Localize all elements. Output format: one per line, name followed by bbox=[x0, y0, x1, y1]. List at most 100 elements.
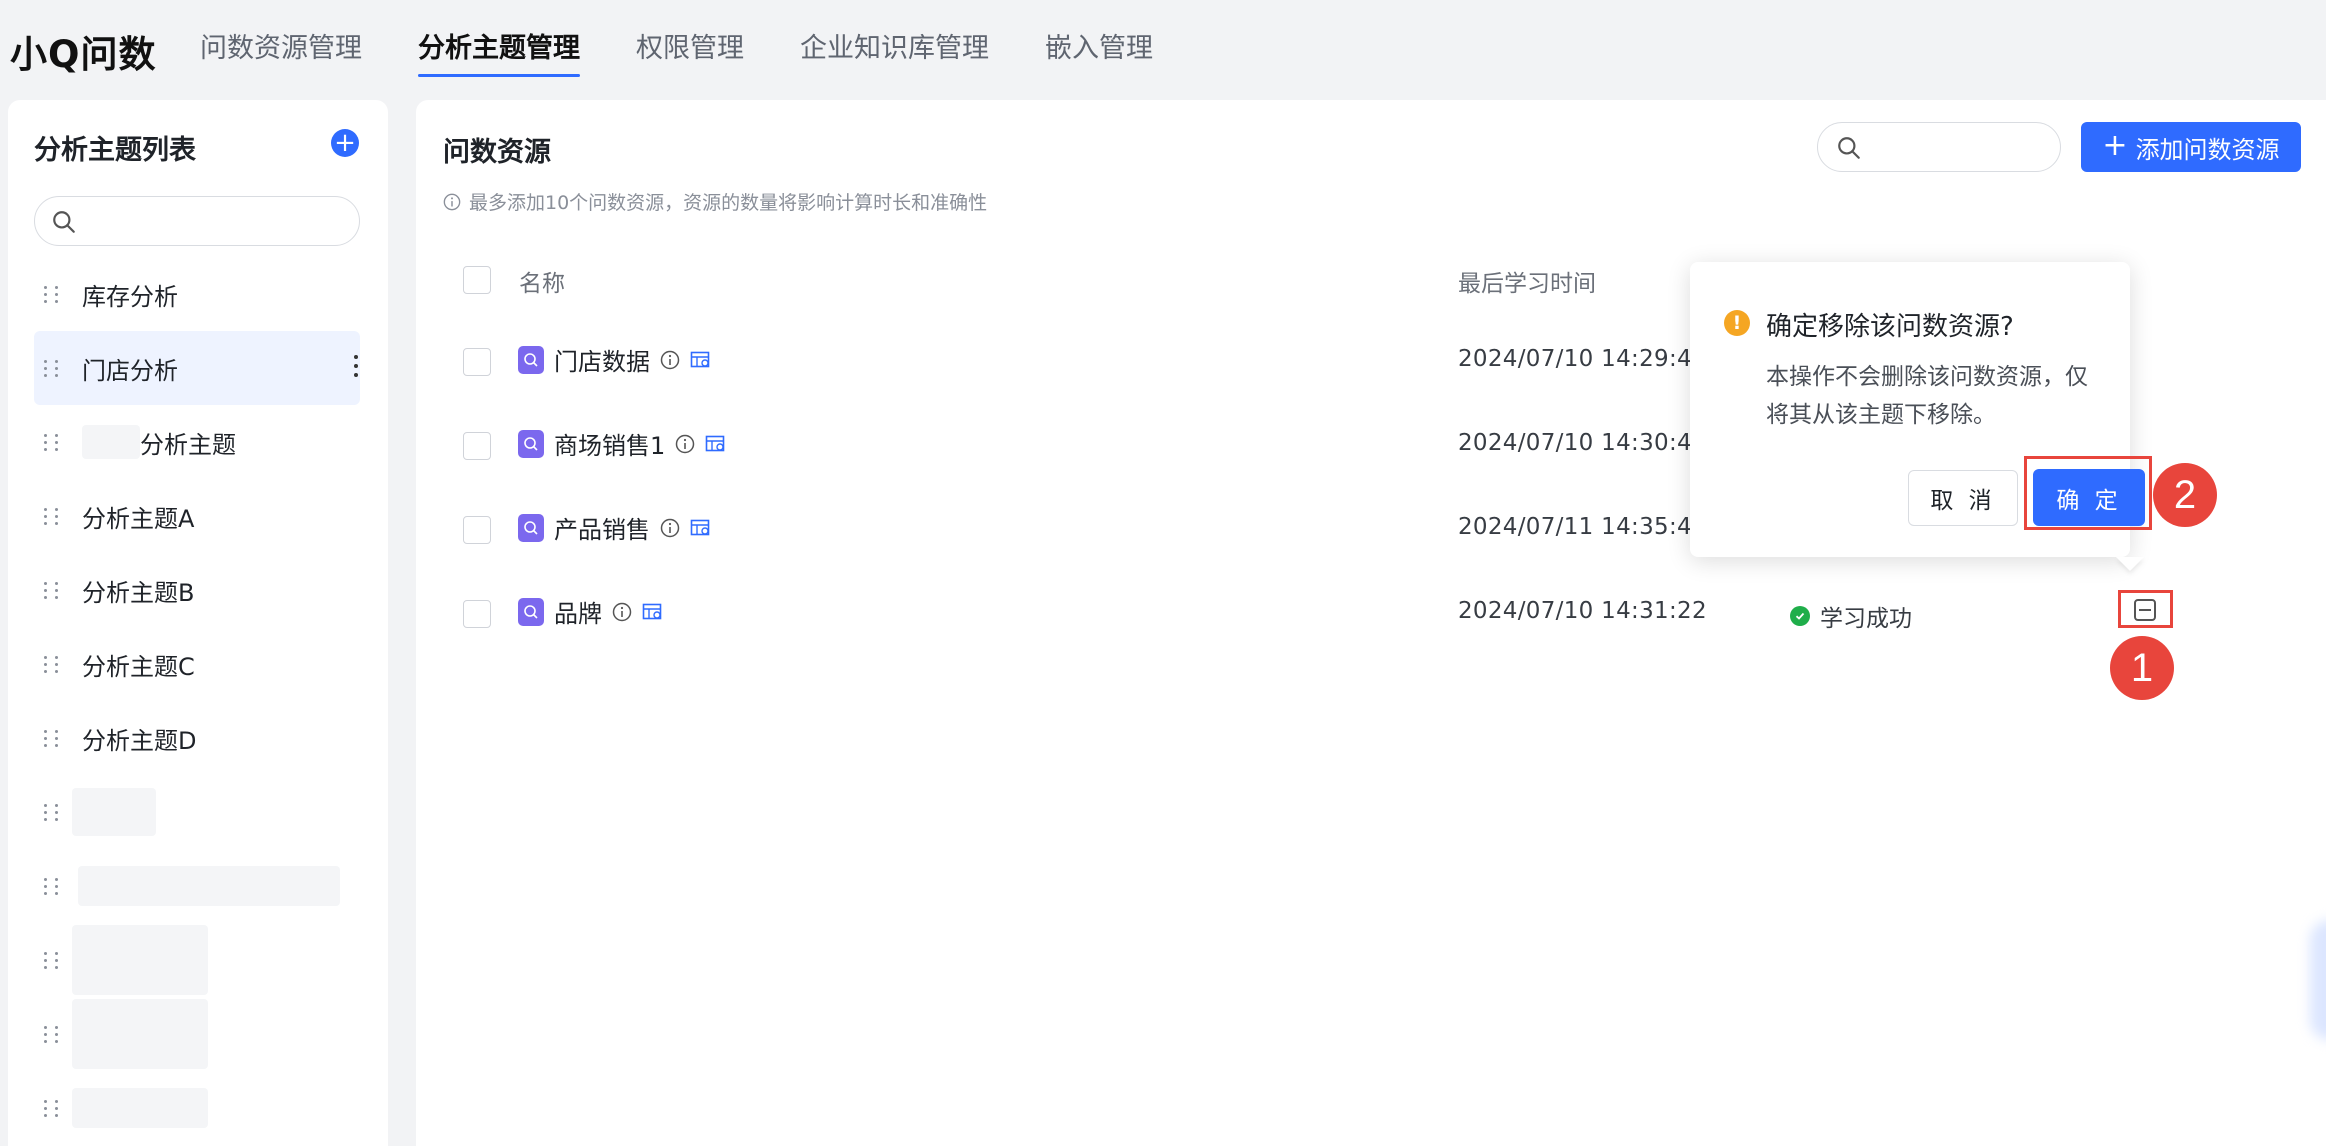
status-text: 学习成功 bbox=[1820, 606, 1912, 632]
sidebar-item-topic-a[interactable]: 分析主题A bbox=[34, 479, 360, 553]
drag-handle-icon[interactable] bbox=[44, 433, 62, 451]
sidebar-item-topic-c[interactable]: 分析主题C bbox=[34, 627, 360, 701]
row-checkbox[interactable] bbox=[463, 516, 491, 544]
sidebar-item-redacted[interactable] bbox=[34, 775, 360, 849]
table-preview-icon[interactable] bbox=[690, 518, 712, 538]
sidebar-item-redacted[interactable] bbox=[34, 1071, 360, 1145]
redacted-text bbox=[72, 788, 156, 836]
topic-sidebar: 分析主题列表 + 库存分析 门店分析 分析主题 分析主题A 分析主题B 分析主题… bbox=[8, 100, 388, 1146]
resource-limit-tip: 最多添加10个问数资源，资源的数量将影响计算时长和准确性 bbox=[443, 188, 987, 215]
search-icon bbox=[1838, 137, 1860, 159]
drag-handle-icon[interactable] bbox=[44, 729, 62, 747]
tab-embed-management[interactable]: 嵌入管理 bbox=[1045, 26, 1153, 77]
resource-name[interactable]: 品牌 bbox=[554, 594, 602, 629]
last-learn-time: 2024/07/10 14:31:22 bbox=[1458, 598, 1707, 624]
last-learn-time: 2024/07/10 14:30:44 bbox=[1458, 430, 1707, 456]
drag-handle-icon[interactable] bbox=[44, 655, 62, 673]
column-header-last-learn-time: 最后学习时间 bbox=[1458, 271, 1596, 297]
last-learn-time: 2024/07/11 14:35:47 bbox=[1458, 514, 1707, 540]
floating-assistant-edge[interactable] bbox=[2310, 920, 2326, 1040]
resource-name-cell: 商场销售1 bbox=[518, 426, 727, 461]
redacted-text bbox=[82, 425, 140, 459]
topic-list: 库存分析 门店分析 分析主题 分析主题A 分析主题B 分析主题C 分析主题D bbox=[34, 257, 360, 1145]
sidebar-item-label: 库存分析 bbox=[82, 282, 178, 311]
sidebar-item-redacted[interactable] bbox=[34, 849, 360, 923]
info-icon[interactable] bbox=[675, 434, 695, 454]
redacted-text bbox=[78, 866, 340, 906]
drag-handle-icon[interactable] bbox=[44, 507, 62, 525]
annotation-badge-1: 1 bbox=[2110, 636, 2174, 700]
tab-permission-management[interactable]: 权限管理 bbox=[636, 26, 744, 77]
row-checkbox[interactable] bbox=[463, 600, 491, 628]
tab-analysis-topic-management[interactable]: 分析主题管理 bbox=[418, 26, 580, 77]
resource-name-cell: 品牌 bbox=[518, 594, 664, 629]
plus-circle-icon: + bbox=[334, 128, 356, 158]
add-topic-button[interactable]: + bbox=[331, 129, 359, 157]
column-header-name: 名称 bbox=[519, 271, 565, 297]
drag-handle-icon[interactable] bbox=[44, 581, 62, 599]
select-all-checkbox[interactable] bbox=[463, 266, 491, 294]
search-icon bbox=[53, 211, 75, 233]
popover-description: 本操作不会删除该问数资源，仅将其从该主题下移除。 bbox=[1766, 364, 2088, 428]
resource-name[interactable]: 门店数据 bbox=[554, 342, 650, 377]
tab-resource-management[interactable]: 问数资源管理 bbox=[200, 26, 362, 77]
sidebar-item-label: 门店分析 bbox=[82, 356, 178, 385]
info-icon[interactable] bbox=[660, 518, 680, 538]
topic-search-input[interactable] bbox=[34, 196, 360, 246]
sidebar-item-store[interactable]: 门店分析 bbox=[34, 331, 360, 405]
drag-handle-icon[interactable] bbox=[44, 877, 62, 895]
nav-tabs: 问数资源管理 分析主题管理 权限管理 企业知识库管理 嵌入管理 bbox=[200, 26, 1209, 77]
sidebar-item-redacted[interactable] bbox=[34, 997, 360, 1071]
drag-handle-icon[interactable] bbox=[44, 803, 62, 821]
drag-handle-icon[interactable] bbox=[44, 1025, 62, 1043]
sidebar-item-inventory[interactable]: 库存分析 bbox=[34, 257, 360, 331]
more-options-icon[interactable] bbox=[354, 355, 360, 377]
sidebar-item-topic-b[interactable]: 分析主题B bbox=[34, 553, 360, 627]
dataset-icon bbox=[518, 513, 544, 542]
tab-knowledge-base-management[interactable]: 企业知识库管理 bbox=[800, 26, 989, 77]
redacted-text bbox=[72, 1088, 208, 1128]
info-icon[interactable] bbox=[660, 350, 680, 370]
sidebar-item-label: 分析主题D bbox=[82, 726, 197, 755]
annotation-badge-2: 2 bbox=[2153, 463, 2217, 527]
resource-search-input[interactable] bbox=[1817, 122, 2061, 172]
cancel-button[interactable]: 取 消 bbox=[1908, 470, 2018, 526]
sidebar-item-redacted[interactable] bbox=[34, 923, 360, 997]
add-resource-button[interactable]: + 添加问数资源 bbox=[2081, 122, 2301, 172]
row-checkbox[interactable] bbox=[463, 432, 491, 460]
annotation-highlight-1 bbox=[2118, 590, 2173, 628]
annotation-highlight-2 bbox=[2024, 456, 2152, 530]
top-navigation: 小Q问数 问数资源管理 分析主题管理 权限管理 企业知识库管理 嵌入管理 bbox=[0, 0, 2326, 100]
sidebar-item-label: 分析主题 bbox=[140, 430, 236, 459]
table-preview-icon[interactable] bbox=[642, 602, 664, 622]
redacted-text bbox=[72, 925, 208, 995]
plus-icon: + bbox=[2102, 127, 2128, 163]
drag-handle-icon[interactable] bbox=[44, 1099, 62, 1117]
info-icon[interactable] bbox=[612, 602, 632, 622]
drag-handle-icon[interactable] bbox=[44, 359, 62, 377]
table-preview-icon[interactable] bbox=[690, 350, 712, 370]
redacted-text bbox=[72, 999, 208, 1069]
sidebar-title: 分析主题列表 bbox=[34, 135, 196, 166]
tip-text: 最多添加10个问数资源，资源的数量将影响计算时长和准确性 bbox=[469, 192, 988, 214]
dataset-icon bbox=[518, 597, 544, 626]
sidebar-item-topic-d[interactable]: 分析主题D bbox=[34, 701, 360, 775]
learn-status: 学习成功 bbox=[1790, 599, 1912, 633]
popover-arrow bbox=[2116, 557, 2144, 571]
drag-handle-icon[interactable] bbox=[44, 951, 62, 969]
resource-name[interactable]: 产品销售 bbox=[554, 510, 650, 545]
drag-handle-icon[interactable] bbox=[44, 285, 62, 303]
table-row: 品牌 2024/07/10 14:31:22 学习成功 bbox=[416, 572, 2326, 656]
sidebar-item-topic[interactable]: 分析主题 bbox=[34, 405, 360, 479]
resource-panel: 问数资源 最多添加10个问数资源，资源的数量将影响计算时长和准确性 + 添加问数… bbox=[416, 100, 2326, 1146]
dataset-icon bbox=[518, 345, 544, 374]
resource-name-cell: 门店数据 bbox=[518, 342, 712, 377]
row-checkbox[interactable] bbox=[463, 348, 491, 376]
table-preview-icon[interactable] bbox=[705, 434, 727, 454]
info-icon bbox=[443, 193, 461, 210]
add-resource-label: 添加问数资源 bbox=[2135, 135, 2280, 164]
warning-icon: ! bbox=[1724, 310, 1750, 336]
resource-name[interactable]: 商场销售1 bbox=[554, 426, 665, 461]
resource-name-cell: 产品销售 bbox=[518, 510, 712, 545]
panel-title: 问数资源 bbox=[443, 137, 551, 168]
